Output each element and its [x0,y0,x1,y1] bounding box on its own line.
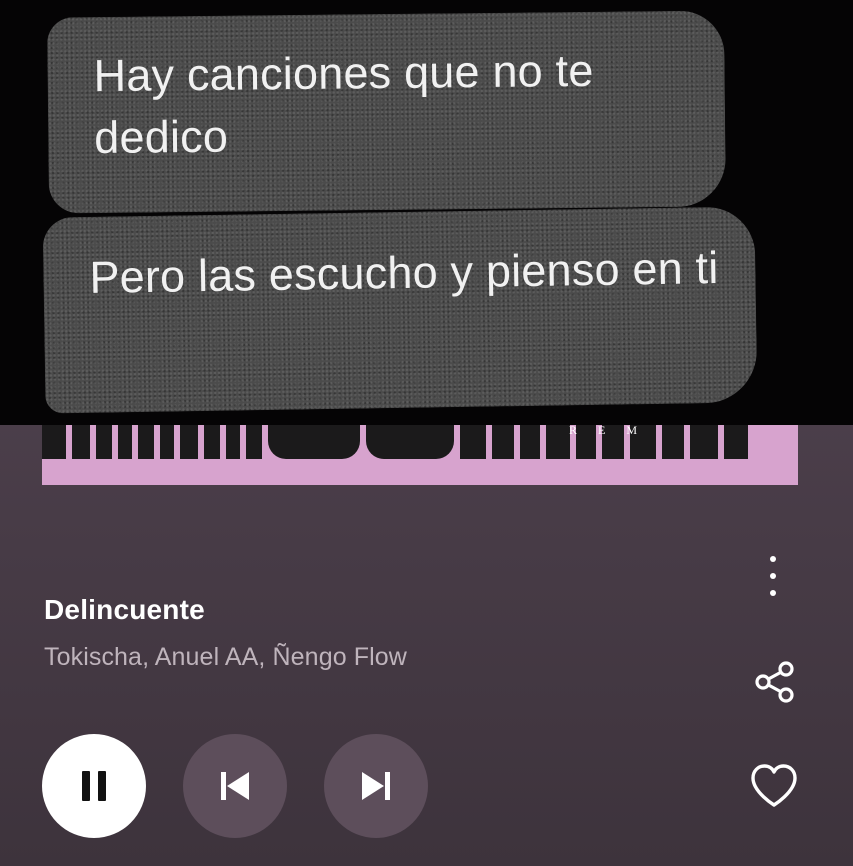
album-artwork: Hay canciones que no te dedico Pero las … [0,0,853,425]
more-options-button[interactable] [758,552,788,600]
heart-outline-icon [751,764,797,807]
artwork-banner-tag: R E M [569,425,647,437]
track-artists[interactable]: Tokischa, Anuel AA, Ñengo Flow [44,643,407,672]
share-button[interactable] [749,657,799,707]
chat-bubble-2: Pero las escucho y pienso en ti [42,206,758,414]
pause-button[interactable] [42,734,146,838]
chat-bubble-1: Hay canciones que no te dedico [46,10,727,214]
pause-icon [78,771,110,801]
now-playing-screen: Hay canciones que no te dedico Pero las … [0,0,853,866]
share-icon [755,661,794,703]
skip-previous-icon [221,772,249,800]
like-button[interactable] [747,760,801,814]
skip-next-icon [362,772,390,800]
more-vertical-icon [770,556,776,562]
artwork-banner-lettering [42,425,798,459]
track-title: Delincuente [44,594,205,625]
chat-bubble-1-text: Hay canciones que no te dedico [93,44,594,164]
artwork-banner: R E M [42,425,798,485]
previous-track-button[interactable] [183,734,287,838]
next-track-button[interactable] [324,734,428,838]
chat-bubble-2-text: Pero las escucho y pienso en ti [89,241,719,303]
